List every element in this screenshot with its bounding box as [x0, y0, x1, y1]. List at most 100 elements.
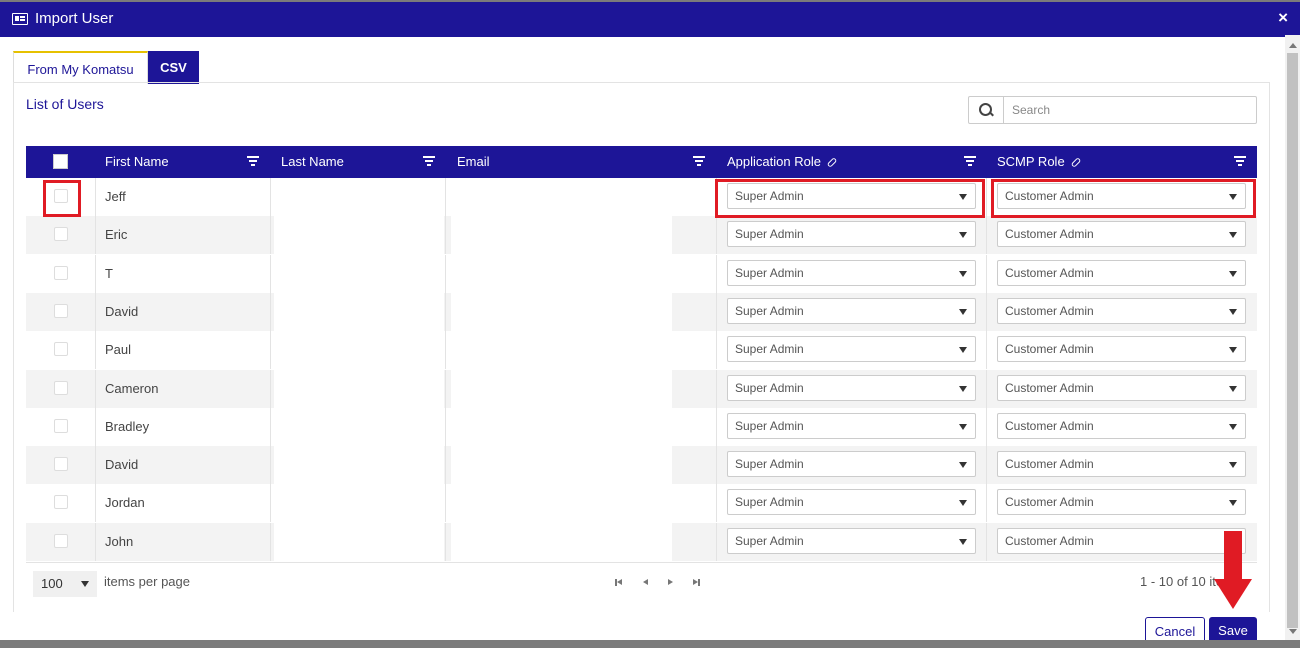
- scmp-role-select[interactable]: Customer Admin: [997, 489, 1246, 516]
- filter-icon[interactable]: [1234, 156, 1246, 168]
- selected-value: Super Admin: [735, 265, 804, 280]
- backdrop-strip: [0, 640, 1300, 648]
- last-name-cell: [274, 292, 444, 331]
- first-name-cell: David: [105, 457, 139, 473]
- filter-icon[interactable]: [247, 156, 259, 168]
- first-name-cell: Cameron: [105, 380, 159, 396]
- row-checkbox[interactable]: [54, 533, 68, 548]
- id-card-icon: [12, 13, 28, 25]
- scroll-down-icon[interactable]: [1289, 629, 1297, 634]
- last-name-cell: [274, 369, 444, 408]
- column-label: Last Name: [281, 154, 344, 169]
- application-role-select[interactable]: Super Admin: [727, 527, 976, 554]
- chevron-down-icon: [959, 232, 967, 239]
- table-row: Jordan Super Admin Customer Admin: [26, 484, 1257, 523]
- selected-value: Customer Admin: [1005, 418, 1094, 433]
- column-label: SCMP Role: [997, 154, 1065, 169]
- page-size-select[interactable]: 100: [33, 571, 97, 597]
- selected-value: Customer Admin: [1005, 342, 1094, 357]
- chevron-down-icon: [1229, 270, 1237, 277]
- filter-icon[interactable]: [964, 156, 976, 168]
- filter-icon[interactable]: [423, 156, 435, 168]
- email-cell: [451, 178, 672, 216]
- row-checkbox[interactable]: [54, 495, 68, 510]
- table-row: Cameron Super Admin Customer Admin: [26, 369, 1257, 408]
- last-name-cell: [274, 331, 444, 370]
- chevron-down-icon: [959, 423, 967, 430]
- row-checkbox[interactable]: [54, 189, 68, 203]
- application-role-select[interactable]: Super Admin: [727, 374, 976, 401]
- scmp-role-select[interactable]: Customer Admin: [997, 297, 1246, 324]
- tab-csv[interactable]: CSV: [148, 51, 199, 84]
- dialog-title: Import User: [35, 10, 114, 27]
- scmp-role-select[interactable]: Customer Admin: [997, 527, 1246, 554]
- application-role-select[interactable]: Super Admin: [727, 259, 976, 286]
- close-icon[interactable]: ×: [1278, 8, 1288, 28]
- application-role-select[interactable]: Super Admin: [727, 336, 976, 363]
- chevron-down-icon: [959, 385, 967, 392]
- selected-value: Customer Admin: [1005, 189, 1094, 203]
- prev-page-icon[interactable]: [642, 578, 652, 588]
- selected-value: Customer Admin: [1005, 303, 1094, 318]
- scmp-role-select[interactable]: Customer Admin: [997, 221, 1246, 248]
- scroll-thumb[interactable]: [1287, 53, 1298, 628]
- chevron-down-icon: [1229, 500, 1237, 507]
- next-page-icon[interactable]: [667, 578, 677, 588]
- chevron-down-icon: [1229, 194, 1237, 200]
- row-checkbox[interactable]: [54, 380, 68, 395]
- tab-from-my-komatsu[interactable]: From My Komatsu: [13, 51, 148, 84]
- chevron-down-icon: [1229, 423, 1237, 430]
- column-label: First Name: [105, 154, 169, 169]
- chevron-down-icon: [959, 500, 967, 507]
- scroll-up-icon[interactable]: [1289, 43, 1297, 48]
- column-scmp-role: SCMP Role: [997, 146, 1227, 178]
- table-row: Bradley Super Admin Customer Admin: [26, 407, 1257, 446]
- scmp-role-select[interactable]: Customer Admin: [997, 374, 1246, 401]
- row-checkbox[interactable]: [54, 418, 68, 433]
- application-role-select[interactable]: Super Admin: [727, 221, 976, 248]
- scmp-role-select[interactable]: Customer Admin: [997, 412, 1246, 439]
- application-role-select[interactable]: Super Admin: [727, 183, 976, 209]
- chevron-down-icon: [81, 581, 89, 587]
- last-page-icon[interactable]: [692, 578, 702, 588]
- vertical-scrollbar[interactable]: [1285, 35, 1300, 640]
- selected-value: Customer Admin: [1005, 457, 1094, 472]
- table-row: Paul Super Admin Customer Admin: [26, 331, 1257, 370]
- row-checkbox[interactable]: [54, 227, 68, 242]
- application-role-select[interactable]: Super Admin: [727, 412, 976, 439]
- page-size-value: 100: [41, 576, 63, 591]
- selected-value: Super Admin: [735, 342, 804, 357]
- table-row: T Super Admin Customer Admin: [26, 254, 1257, 293]
- last-name-cell: [274, 178, 444, 216]
- scmp-role-select[interactable]: Customer Admin: [997, 336, 1246, 363]
- chevron-down-icon: [959, 194, 967, 200]
- search-input[interactable]: [1004, 97, 1254, 123]
- column-label: Email: [457, 154, 490, 169]
- first-page-icon[interactable]: [615, 578, 625, 588]
- last-name-cell: [274, 484, 444, 523]
- select-all-checkbox[interactable]: [53, 154, 68, 169]
- scmp-role-select[interactable]: Customer Admin: [997, 183, 1246, 209]
- dialog-titlebar: Import User ×: [0, 2, 1300, 37]
- chevron-down-icon: [959, 347, 967, 354]
- first-name-cell: Eric: [105, 227, 128, 243]
- scmp-role-select[interactable]: Customer Admin: [997, 451, 1246, 478]
- table-row: Jeff Super Admin Customer Admin: [26, 178, 1257, 216]
- selected-value: Super Admin: [735, 380, 804, 395]
- row-checkbox[interactable]: [54, 457, 68, 472]
- search-icon[interactable]: [969, 97, 1004, 123]
- application-role-select[interactable]: Super Admin: [727, 489, 976, 516]
- row-checkbox[interactable]: [54, 303, 68, 318]
- selected-value: Customer Admin: [1005, 227, 1094, 242]
- application-role-select[interactable]: Super Admin: [727, 297, 976, 324]
- filter-icon[interactable]: [693, 156, 705, 168]
- selected-value: Super Admin: [735, 533, 804, 548]
- row-checkbox[interactable]: [54, 265, 68, 280]
- row-checkbox[interactable]: [54, 342, 68, 357]
- scmp-role-select[interactable]: Customer Admin: [997, 259, 1246, 286]
- email-cell: [451, 216, 672, 255]
- last-name-cell: [274, 254, 444, 293]
- chevron-down-icon: [1229, 385, 1237, 392]
- selected-value: Super Admin: [735, 457, 804, 472]
- application-role-select[interactable]: Super Admin: [727, 451, 976, 478]
